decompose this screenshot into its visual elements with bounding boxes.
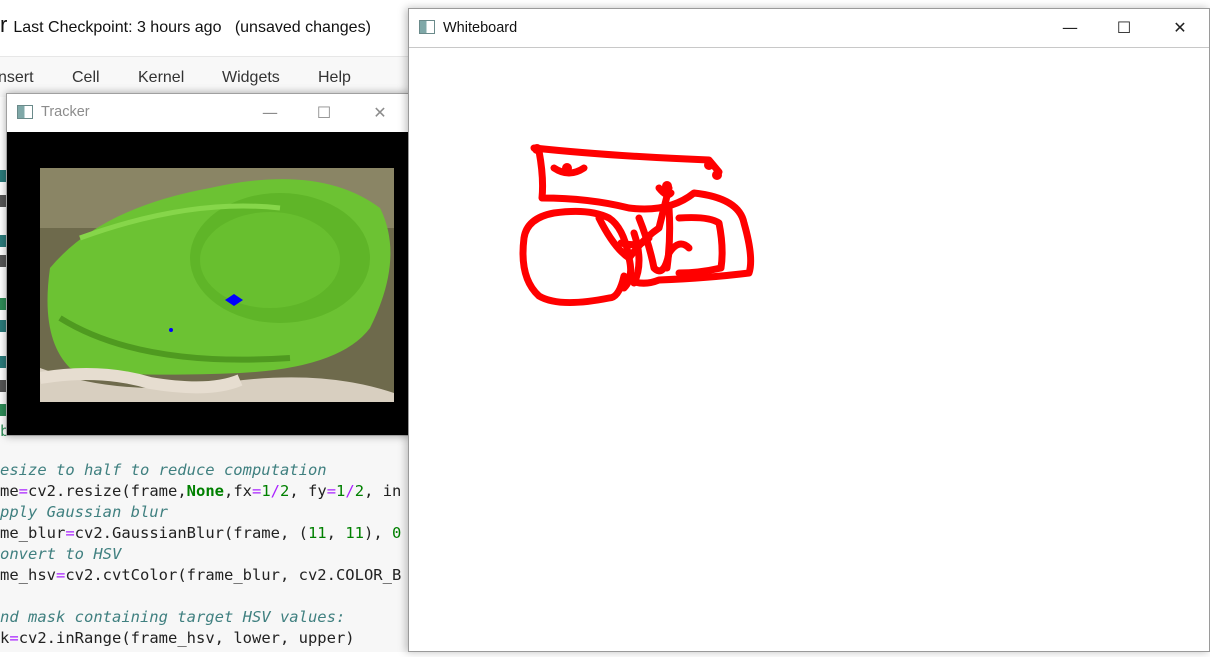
- tracker-window[interactable]: Tracker — ☐ ✕: [6, 93, 410, 436]
- menu-help[interactable]: Help: [318, 69, 351, 87]
- code-cell[interactable]: break esize to half to reduce computatio…: [0, 422, 410, 652]
- code-line: pply Gaussian blur: [0, 503, 168, 521]
- opencv-window-icon: [419, 20, 435, 34]
- code-line: me_hsv=cv2.cvtColor(frame_blur, cv2.COLO…: [0, 566, 402, 584]
- whiteboard-canvas[interactable]: [409, 47, 1209, 651]
- notebook-name[interactable]: r: [0, 12, 7, 37]
- code-line: nd mask containing target HSV values:: [0, 608, 346, 626]
- code-line: me=cv2.resize(frame,None,fx=1/2, fy=1/2,…: [0, 482, 402, 500]
- tracker-window-title: Tracker: [41, 104, 90, 120]
- tracker-titlebar[interactable]: Tracker — ☐ ✕: [7, 94, 409, 131]
- notebook-header: r Last Checkpoint: 3 hours ago (unsaved c…: [0, 12, 371, 38]
- code-line: esize to half to reduce computation: [0, 461, 327, 479]
- menu-kernel[interactable]: Kernel: [138, 69, 184, 87]
- checkpoint-text: Last Checkpoint: 3 hours ago: [13, 19, 222, 36]
- code-line: onvert to HSV: [0, 545, 122, 563]
- opencv-window-icon: [17, 105, 33, 119]
- maximize-icon[interactable]: ☐: [301, 94, 347, 131]
- whiteboard-titlebar[interactable]: Whiteboard — ☐ ✕: [409, 9, 1209, 47]
- menu-widgets[interactable]: Widgets: [222, 69, 280, 87]
- whiteboard-window-title: Whiteboard: [443, 20, 518, 36]
- minimize-icon[interactable]: —: [247, 94, 293, 131]
- camera-feed: [7, 132, 409, 435]
- maximize-icon[interactable]: ☐: [1101, 9, 1147, 46]
- code-line: me_blur=cv2.GaussianBlur(frame, (11, 11)…: [0, 524, 402, 542]
- red-drawing-strokes: [519, 144, 755, 307]
- unsaved-status: (unsaved changes): [234, 19, 371, 36]
- notebook-menubar: nsert Cell Kernel Widgets Help: [0, 56, 410, 97]
- close-icon[interactable]: ✕: [357, 94, 403, 131]
- camera-frame-graphic: [40, 168, 394, 402]
- camera-image: [40, 168, 394, 402]
- close-icon[interactable]: ✕: [1157, 9, 1203, 46]
- menu-insert[interactable]: nsert: [0, 69, 34, 87]
- code-line: k=cv2.inRange(frame_hsv, lower, upper): [0, 629, 355, 647]
- whiteboard-window[interactable]: Whiteboard — ☐ ✕: [408, 8, 1210, 652]
- minimize-icon[interactable]: —: [1047, 9, 1093, 46]
- menu-cell[interactable]: Cell: [72, 69, 100, 87]
- tracked-point: [169, 328, 173, 332]
